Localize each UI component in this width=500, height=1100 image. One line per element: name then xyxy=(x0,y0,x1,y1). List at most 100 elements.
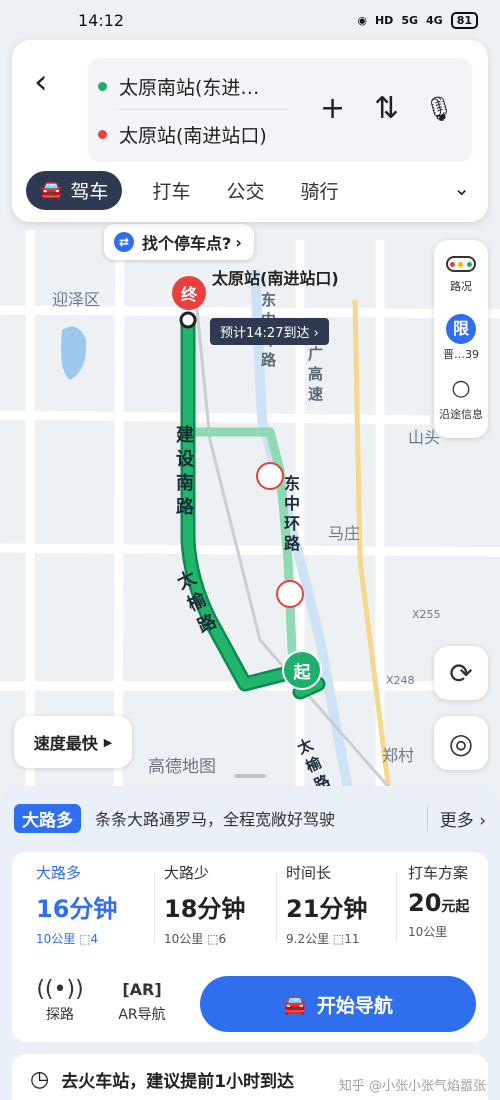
amap-logo: 高德地图 xyxy=(148,757,216,777)
village-label: 马庄 xyxy=(328,524,361,543)
explore-button[interactable]: ((•)) 探路 xyxy=(30,976,90,1024)
origin-dot-icon xyxy=(98,81,107,91)
tab-bike[interactable]: 骑行 xyxy=(300,177,338,204)
signal-5g: 5G xyxy=(401,13,418,27)
tab-drive[interactable]: 🚘 驾车 xyxy=(26,170,123,210)
destination-dot-icon xyxy=(98,129,107,139)
voice-icon[interactable]: 🎙 xyxy=(424,94,454,124)
plan-name: 大路少 xyxy=(164,864,210,882)
plan-divider xyxy=(396,872,397,942)
destination-field[interactable]: 太原站(南进站口) xyxy=(88,110,267,158)
map-controls: 路况 限 晋…39 ○ 沿途信息 xyxy=(434,240,488,438)
status-bar: 14:12 ◉ HD 5G 4G 81 xyxy=(0,0,500,40)
plan-option[interactable]: 时间长 21分钟 9.2公里 ⬚11 xyxy=(286,862,404,952)
refresh-icon: ⟳ xyxy=(449,656,473,690)
x248-label: X248 xyxy=(386,674,415,687)
route-tip: 大路多 条条大路通罗马，全程宽敞好驾驶 更多 › xyxy=(14,803,486,833)
plan-name: 时间长 xyxy=(286,864,332,882)
plan-distance: 10公里 xyxy=(408,925,448,939)
route-sheet: 大路多 条条大路通罗马，全程宽敞好驾驶 更多 › 大路多 16分钟 10公里 ⬚… xyxy=(0,786,500,1100)
start-navigation-button[interactable]: 🚘 开始导航 xyxy=(200,976,476,1032)
route-inputs: 太原南站(东进… 太原站(南进站口) + ⇅ 🎙 xyxy=(88,58,472,162)
zhengcun-label: 郑村 xyxy=(382,746,415,765)
restriction-button[interactable]: 限 晋…39 xyxy=(434,314,488,362)
sheet-handle[interactable] xyxy=(234,774,266,778)
ar-nav-button[interactable]: [AR] AR导航 xyxy=(112,976,172,1024)
triangle-right-icon: ▶ xyxy=(103,735,113,749)
speed-preference-label: 速度最快 xyxy=(33,734,98,753)
tab-transit[interactable]: 公交 xyxy=(226,177,264,204)
end-marker: 终 xyxy=(172,276,206,310)
plan-name: 打车方案 xyxy=(408,864,469,882)
more-button[interactable]: 更多 › xyxy=(426,805,486,831)
tab-drive-label: 驾车 xyxy=(70,180,109,203)
search-icon: ○ xyxy=(451,376,471,401)
taxi-plan-option[interactable]: 打车方案 20元起 10公里 xyxy=(408,862,488,952)
tab-taxi[interactable]: 打车 xyxy=(152,177,190,204)
locate-button[interactable]: ◎ xyxy=(434,716,488,770)
ar-icon: [AR] xyxy=(122,980,162,999)
hd-label: HD xyxy=(374,13,394,27)
clock-icon: ◷ xyxy=(30,1066,50,1092)
more-label: 更多 xyxy=(439,810,474,831)
route-tag: 大路多 xyxy=(14,803,81,833)
plan-time: 18分钟 xyxy=(164,895,246,923)
swap-icon[interactable]: ⇅ xyxy=(374,94,399,124)
transport-modes: 🚘 驾车 打车 公交 骑行 ⌄ xyxy=(26,170,476,210)
plan-divider xyxy=(154,872,155,942)
chevron-right-icon: › xyxy=(235,232,242,252)
traffic-label: 路况 xyxy=(450,280,472,293)
traffic-light-icon: ⬚ xyxy=(207,932,219,946)
eta-text: 预计14:27到达 xyxy=(220,326,310,341)
watermark: 知乎 @小张小张气焰嚣张 xyxy=(338,1079,486,1094)
taxi-price: 20 xyxy=(408,889,442,917)
east-ring-label: 东中环路 xyxy=(284,474,301,553)
plan-time: 21分钟 xyxy=(286,895,368,923)
taxi-price-unit: 元起 xyxy=(441,899,470,915)
eta-badge[interactable]: 预计14:27到达 › xyxy=(210,318,329,345)
plan-lights: 4 xyxy=(90,932,99,946)
train-tip-text: 去火车站，建议提前1小时到达 xyxy=(61,1071,295,1092)
explore-icon: ((•)) xyxy=(36,977,84,1002)
destination-text: 太原站(南进站口) xyxy=(119,124,267,147)
route-plans-card: 大路多 16分钟 10公里 ⬚4 大路少 18分钟 10公里 ⬚6 时间长 21… xyxy=(12,852,488,1042)
parking-icon: ⇄ xyxy=(114,232,134,252)
plan-lights: 11 xyxy=(344,932,360,946)
explore-label: 探路 xyxy=(46,1007,74,1023)
road-jianshe-label: 建设南路 xyxy=(176,425,194,518)
start-marker: 起 xyxy=(282,650,322,690)
origin-field[interactable]: 太原南站(东进… xyxy=(88,62,259,110)
back-arrow-icon[interactable]: ‹ xyxy=(34,64,64,100)
plan-divider xyxy=(276,872,277,942)
plan-distance: 10公里 xyxy=(164,932,204,946)
add-stop-icon[interactable]: + xyxy=(320,94,345,124)
along-info-button[interactable]: ○ 沿途信息 xyxy=(434,376,488,422)
plan-name: 大路多 xyxy=(36,864,82,882)
status-time: 14:12 xyxy=(78,10,125,30)
plan-distance: 9.2公里 xyxy=(286,932,330,946)
destination-map-label: 太原站(南进站口) xyxy=(212,269,339,288)
parking-bubble[interactable]: ⇄ 找个停车点? › xyxy=(104,224,254,260)
car-icon: 🚘 xyxy=(40,179,63,201)
along-info-label: 沿途信息 xyxy=(439,408,483,421)
traffic-button[interactable]: 路况 xyxy=(434,256,488,294)
origin-text: 太原南站(东进… xyxy=(119,76,260,99)
plan-option[interactable]: 大路少 18分钟 10公里 ⬚6 xyxy=(164,862,282,952)
ar-nav-label: AR导航 xyxy=(118,1007,166,1023)
expressway-label: 广高速 xyxy=(308,345,324,403)
parking-label: 找个停车点? xyxy=(142,234,232,253)
x255-label: X255 xyxy=(412,608,441,621)
location-icon: ◉ xyxy=(357,13,367,27)
locate-icon: ◎ xyxy=(448,726,474,760)
car-icon: 🚘 xyxy=(283,993,307,1016)
traffic-light-icon: ⬚ xyxy=(332,932,345,946)
start-navigation-label: 开始导航 xyxy=(316,994,393,1017)
route-tip-text: 条条大路通罗马，全程宽敞好驾驶 xyxy=(95,810,336,829)
plan-lights: 6 xyxy=(218,932,227,946)
plan-time: 16分钟 xyxy=(36,895,118,923)
signal-4g: 4G xyxy=(426,13,443,27)
chevron-down-icon[interactable]: ⌄ xyxy=(453,176,470,200)
plan-option[interactable]: 大路多 16分钟 10公里 ⬚4 xyxy=(36,862,154,952)
speed-preference-button[interactable]: 速度最快 ▶ xyxy=(14,716,132,768)
refresh-button[interactable]: ⟳ xyxy=(434,646,488,700)
